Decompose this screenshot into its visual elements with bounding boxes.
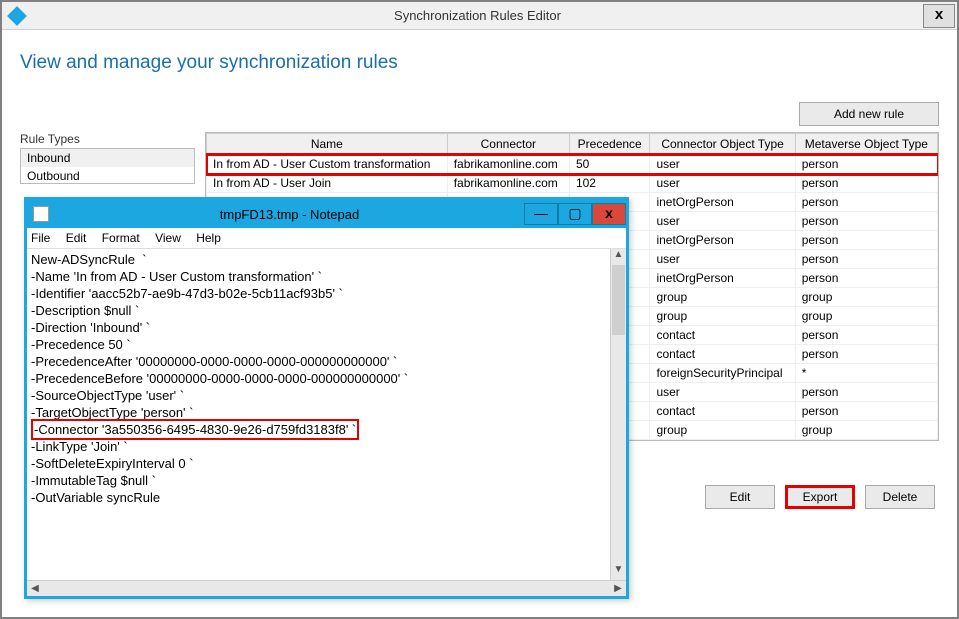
window-title: Synchronization Rules Editor: [32, 8, 923, 23]
maximize-button[interactable]: ▢: [558, 203, 592, 225]
notepad-menu: File Edit Format View Help: [27, 228, 626, 249]
menu-file[interactable]: File: [31, 231, 50, 245]
menu-format[interactable]: Format: [102, 231, 140, 245]
notepad-window: tmpFD13.tmp - Notepad — ▢ x File Edit Fo…: [24, 197, 629, 599]
edit-button[interactable]: Edit: [705, 485, 775, 509]
delete-button[interactable]: Delete: [865, 485, 935, 509]
grid-col-3[interactable]: Connector Object Type: [650, 134, 795, 155]
grid-col-2[interactable]: Precedence: [569, 134, 649, 155]
scroll-up-icon[interactable]: ▲: [611, 249, 626, 265]
scroll-right-icon[interactable]: ▶: [610, 583, 626, 594]
notepad-titlebar[interactable]: tmpFD13.tmp - Notepad — ▢ x: [27, 200, 626, 228]
scroll-thumb-v[interactable]: [612, 265, 625, 335]
titlebar: Synchronization Rules Editor x: [2, 2, 957, 30]
rule-type-outbound[interactable]: Outbound: [21, 167, 194, 185]
notepad-text-area[interactable]: New-ADSyncRule `-Name 'In from AD - User…: [27, 249, 610, 580]
scroll-down-icon[interactable]: ▼: [611, 564, 626, 580]
grid-col-1[interactable]: Connector: [447, 134, 569, 155]
rule-types-list: Inbound Outbound: [20, 148, 195, 184]
add-new-rule-button[interactable]: Add new rule: [799, 102, 939, 126]
table-row[interactable]: In from AD - User Joinfabrikamonline.com…: [207, 174, 938, 193]
menu-help[interactable]: Help: [196, 231, 221, 245]
notepad-close-button[interactable]: x: [592, 203, 626, 225]
notepad-icon: [33, 206, 49, 222]
app-icon: [8, 7, 26, 25]
minimize-button[interactable]: —: [524, 203, 558, 225]
export-button[interactable]: Export: [785, 485, 855, 509]
page-heading: View and manage your synchronization rul…: [20, 52, 939, 74]
grid-col-0[interactable]: Name: [207, 134, 448, 155]
table-row[interactable]: In from AD - User Custom transformationf…: [207, 155, 938, 174]
menu-view[interactable]: View: [155, 231, 181, 245]
rule-types-label: Rule Types: [20, 132, 195, 146]
scrollbar-vertical[interactable]: ▲ ▼: [610, 249, 626, 580]
connector-line-highlight: -Connector '3a550356-6495-4830-9e26-d759…: [31, 419, 359, 440]
notepad-title: tmpFD13.tmp - Notepad: [55, 207, 524, 222]
rule-type-inbound[interactable]: Inbound: [21, 149, 194, 167]
menu-edit[interactable]: Edit: [66, 231, 87, 245]
close-button[interactable]: x: [923, 4, 955, 28]
grid-col-4[interactable]: Metaverse Object Type: [795, 134, 937, 155]
scroll-left-icon[interactable]: ◀: [27, 583, 43, 594]
scrollbar-horizontal[interactable]: ◀ ▶: [27, 580, 626, 596]
